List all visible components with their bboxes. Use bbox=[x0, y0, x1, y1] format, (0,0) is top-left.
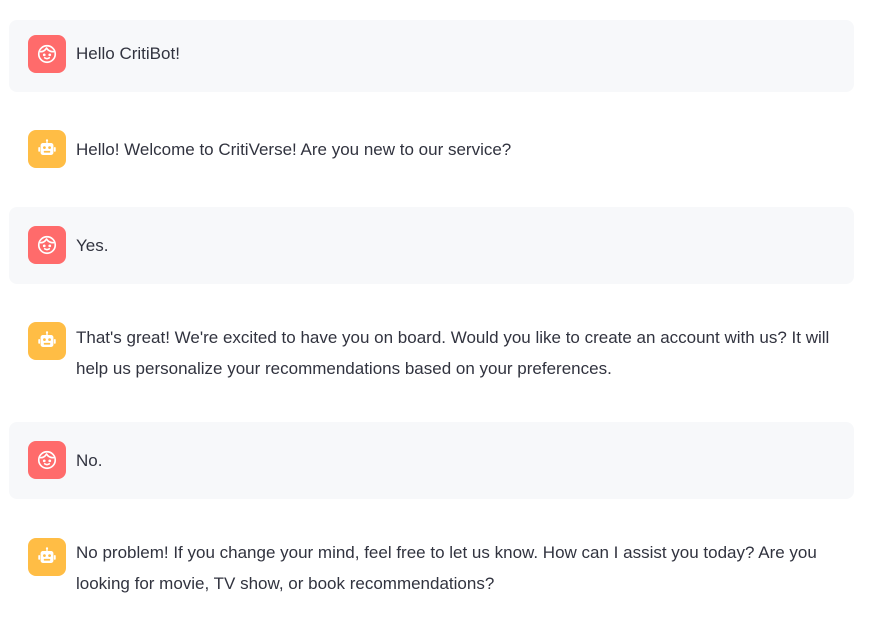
face-icon bbox=[37, 235, 57, 255]
message-text: No. bbox=[76, 451, 103, 470]
assistant-avatar bbox=[28, 322, 66, 360]
message-text: Yes. bbox=[76, 236, 109, 255]
message-text: Hello CritiBot! bbox=[76, 44, 180, 63]
chat-message-assistant: Hello! Welcome to CritiVerse! Are you ne… bbox=[9, 112, 854, 184]
chat-message-user: Yes. bbox=[9, 207, 854, 284]
chat-message-user: Hello CritiBot! bbox=[9, 20, 854, 92]
robot-icon bbox=[38, 139, 56, 155]
user-avatar bbox=[28, 441, 66, 479]
robot-icon bbox=[38, 547, 56, 563]
robot-icon bbox=[38, 331, 56, 347]
assistant-avatar bbox=[28, 130, 66, 168]
message-text: Hello! Welcome to CritiVerse! Are you ne… bbox=[76, 140, 512, 159]
user-avatar bbox=[28, 226, 66, 264]
face-icon bbox=[37, 450, 57, 470]
chat-message-assistant: That's great! We're excited to have you … bbox=[9, 305, 854, 401]
face-icon bbox=[37, 44, 57, 64]
message-text: No problem! If you change your mind, fee… bbox=[76, 543, 817, 593]
assistant-avatar bbox=[28, 538, 66, 576]
chat-message-user: No. bbox=[9, 422, 854, 499]
user-avatar bbox=[28, 35, 66, 73]
message-text: That's great! We're excited to have you … bbox=[76, 328, 830, 378]
chat-message-assistant: No problem! If you change your mind, fee… bbox=[9, 521, 854, 617]
chat-container: Hello CritiBot! Hello! Welcome to CritiV… bbox=[0, 0, 871, 634]
